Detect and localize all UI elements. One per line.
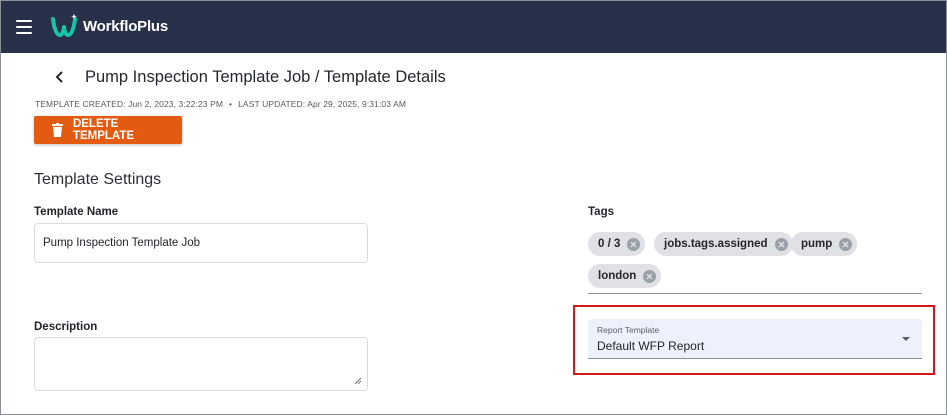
- caret-down-icon[interactable]: [902, 337, 910, 341]
- tag-chip[interactable]: pump: [791, 232, 858, 256]
- template-name-label: Template Name: [34, 206, 119, 218]
- delete-template-label: DELETE TEMPLATE: [72, 118, 135, 142]
- created-timestamp: TEMPLATE CREATED: Jun 2, 2023, 3:22:23 P…: [35, 99, 224, 109]
- tag-chip-label: london: [598, 270, 637, 282]
- back-button[interactable]: [53, 67, 67, 87]
- resize-handle-icon[interactable]: [355, 378, 361, 384]
- meta-separator: •: [229, 99, 233, 109]
- top-app-bar: WorkfloPlus: [1, 1, 946, 53]
- tag-chip-label: pump: [801, 238, 833, 250]
- report-template-value: Default WFP Report: [597, 339, 705, 353]
- workfloplus-logo-icon: [51, 14, 77, 37]
- section-title: Template Settings: [34, 171, 162, 188]
- trash-icon: [52, 123, 63, 137]
- description-textarea[interactable]: [34, 337, 368, 391]
- report-template-label: Report Template: [597, 325, 660, 335]
- app-name: WorkfloPlus: [83, 18, 169, 35]
- close-circle-icon[interactable]: [839, 237, 853, 251]
- close-circle-icon[interactable]: [774, 237, 788, 251]
- tag-chip[interactable]: london: [588, 264, 662, 288]
- close-circle-icon[interactable]: [627, 237, 641, 251]
- template-metadata: TEMPLATE CREATED: Jun 2, 2023, 3:22:23 P…: [35, 99, 406, 109]
- description-label: Description: [34, 321, 98, 333]
- tags-field[interactable]: 0 / 3 jobs.tags.assigned pump london: [588, 232, 922, 294]
- tag-chip-label: 0 / 3: [598, 238, 621, 250]
- template-name-input[interactable]: Pump Inspection Template Job: [34, 223, 368, 263]
- report-template-select[interactable]: Report Template Default WFP Report: [588, 319, 922, 359]
- delete-template-button[interactable]: DELETE TEMPLATE: [34, 116, 182, 144]
- hamburger-menu-icon[interactable]: [16, 20, 32, 34]
- chevron-left-icon: [55, 71, 63, 83]
- page-title: Pump Inspection Template Job / Template …: [85, 68, 446, 86]
- template-name-value: Pump Inspection Template Job: [43, 237, 201, 249]
- close-circle-icon[interactable]: [643, 269, 657, 283]
- tag-chip[interactable]: 0 / 3: [588, 232, 646, 256]
- updated-timestamp: LAST UPDATED: Apr 29, 2025, 9:31:03 AM: [238, 99, 407, 109]
- tags-label: Tags: [588, 206, 614, 218]
- tag-chip[interactable]: jobs.tags.assigned: [654, 232, 793, 256]
- tag-chip-label: jobs.tags.assigned: [664, 238, 768, 250]
